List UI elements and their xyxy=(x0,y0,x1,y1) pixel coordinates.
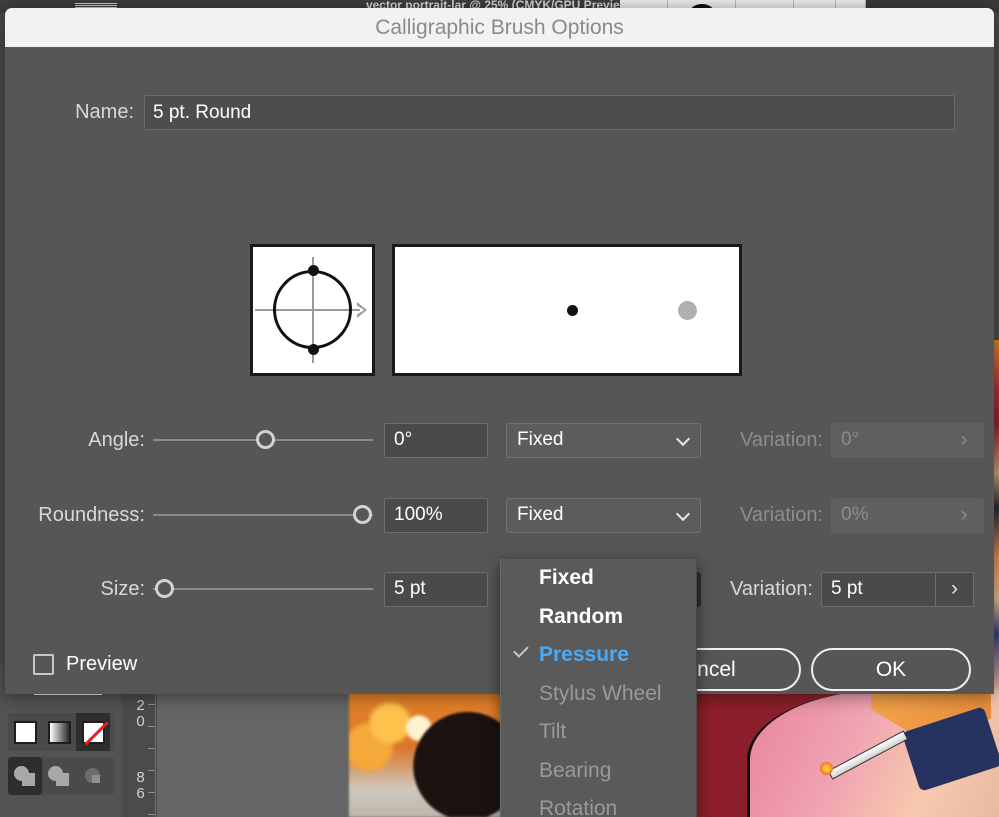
chevron-right-icon: › xyxy=(945,499,983,532)
draw-mode-group[interactable] xyxy=(8,757,114,795)
brush-ellipse-outline xyxy=(273,270,352,349)
angle-mode-value: Fixed xyxy=(517,429,563,451)
ok-button-label: OK xyxy=(876,658,906,682)
dropdown-item-bearing: Bearing xyxy=(501,752,696,791)
roundness-handle-bottom[interactable] xyxy=(308,344,319,355)
roundness-variation-value: 0% xyxy=(832,504,877,526)
draw-normal-icon xyxy=(14,766,36,786)
artwork-ember xyxy=(820,762,833,775)
color-icon xyxy=(14,721,37,744)
chevron-right-icon: › xyxy=(945,424,983,457)
none-icon xyxy=(82,721,105,744)
brush-shape-preview[interactable] xyxy=(250,244,375,376)
roundness-slider-track xyxy=(153,514,373,516)
angle-row: Angle: 0° Fixed Variation: 0° › xyxy=(5,422,994,458)
dropdown-item-label: Random xyxy=(539,605,623,629)
roundness-slider-thumb[interactable] xyxy=(353,505,372,524)
angle-slider-thumb[interactable] xyxy=(256,430,275,449)
none-swatch-button[interactable] xyxy=(76,713,110,751)
size-variation-value: 5 pt xyxy=(822,578,872,600)
gradient-swatch-button[interactable] xyxy=(42,713,76,751)
roundness-slider[interactable] xyxy=(153,505,373,525)
preview-checkbox[interactable]: Preview xyxy=(33,653,137,676)
stroke-preview-dot-large xyxy=(678,301,697,320)
dropdown-item-stylus-wheel: Stylus Wheel xyxy=(501,675,696,714)
name-row: Name: 5 pt. Round xyxy=(5,95,994,130)
dropdown-item-rotation: Rotation xyxy=(501,790,696,817)
dropdown-item-label: Fixed xyxy=(539,566,594,590)
size-slider[interactable] xyxy=(153,579,373,599)
chevron-right-icon[interactable]: › xyxy=(935,573,973,606)
preview-area xyxy=(250,244,742,376)
vertical-ruler[interactable]: 7 2 0 8 6 xyxy=(126,682,156,817)
size-label: Size: xyxy=(5,578,153,601)
brush-stroke-preview xyxy=(392,244,742,376)
draw-inside-icon xyxy=(82,766,104,786)
ok-button[interactable]: OK xyxy=(811,648,971,691)
size-slider-track xyxy=(153,588,373,590)
draw-inside-button[interactable] xyxy=(76,757,110,795)
reference-photo xyxy=(349,690,501,817)
roundness-mode-select[interactable]: Fixed xyxy=(506,498,701,533)
color-swatch-button[interactable] xyxy=(8,713,42,751)
chevron-down-icon xyxy=(677,512,688,519)
angle-variation-value: 0° xyxy=(832,429,868,451)
dropdown-item-random[interactable]: Random xyxy=(501,598,696,637)
roundness-row: Roundness: 100% Fixed Variation: 0% › xyxy=(5,497,994,533)
roundness-variation-input: 0% › xyxy=(831,498,984,533)
angle-mode-select[interactable]: Fixed xyxy=(506,423,701,458)
dropdown-item-label: Stylus Wheel xyxy=(539,682,662,706)
size-slider-thumb[interactable] xyxy=(155,579,174,598)
dialog-title-text: Calligraphic Brush Options xyxy=(375,16,624,40)
paint-type-group[interactable] xyxy=(8,713,114,751)
roundness-variation-label: Variation: xyxy=(701,504,831,527)
dialog-title-bar[interactable]: Calligraphic Brush Options xyxy=(5,8,994,47)
dropdown-item-tilt: Tilt xyxy=(501,713,696,752)
size-value: 5 pt xyxy=(394,578,426,600)
roundness-handle-top[interactable] xyxy=(308,265,319,276)
dropdown-item-label: Tilt xyxy=(539,720,566,744)
check-icon xyxy=(513,642,529,658)
gradient-icon xyxy=(48,721,71,744)
roundness-value-input[interactable]: 100% xyxy=(384,498,488,533)
angle-value-input[interactable]: 0° xyxy=(384,423,488,458)
ruler-ticks xyxy=(148,682,155,817)
angle-variation-label: Variation: xyxy=(701,429,831,452)
angle-slider[interactable] xyxy=(153,430,373,450)
size-variation-label: Variation: xyxy=(701,578,821,601)
size-variation-input[interactable]: 5 pt › xyxy=(821,572,974,607)
name-input[interactable]: 5 pt. Round xyxy=(144,95,955,130)
name-label: Name: xyxy=(5,101,144,124)
dropdown-item-fixed[interactable]: Fixed xyxy=(501,559,696,598)
roundness-mode-value: Fixed xyxy=(517,504,563,526)
roundness-value: 100% xyxy=(394,504,443,526)
angle-variation-input: 0° › xyxy=(831,423,984,458)
preview-checkbox-box[interactable] xyxy=(33,654,54,675)
draw-behind-icon xyxy=(48,766,70,786)
size-value-input[interactable]: 5 pt xyxy=(384,572,488,607)
draw-normal-button[interactable] xyxy=(8,757,42,795)
dropdown-item-label: Rotation xyxy=(539,797,617,817)
angle-value: 0° xyxy=(394,429,412,451)
dropdown-item-label: Pressure xyxy=(539,643,629,667)
draw-behind-button[interactable] xyxy=(42,757,76,795)
roundness-label: Roundness: xyxy=(5,504,153,527)
chevron-down-icon xyxy=(677,437,688,444)
name-input-value: 5 pt. Round xyxy=(153,102,251,124)
preview-checkbox-label: Preview xyxy=(66,653,137,676)
size-mode-dropdown-menu[interactable]: Fixed Random Pressure Stylus Wheel Tilt … xyxy=(500,559,697,817)
stroke-preview-dot-small xyxy=(567,305,578,316)
angle-label: Angle: xyxy=(5,429,153,452)
dropdown-item-pressure[interactable]: Pressure xyxy=(501,636,696,675)
dropdown-item-label: Bearing xyxy=(539,759,611,783)
